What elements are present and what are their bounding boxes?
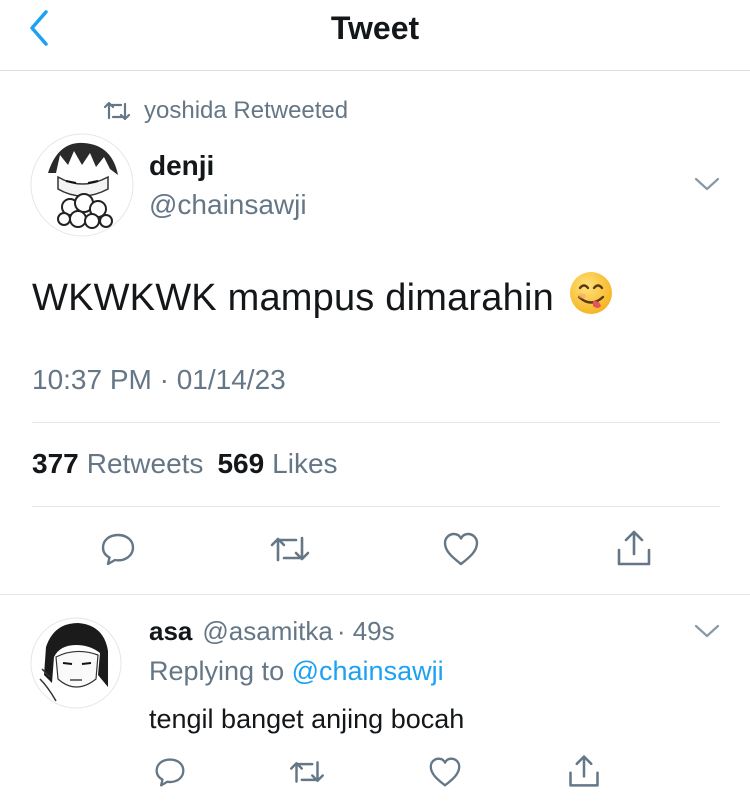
reply-author-name[interactable]: asa (149, 616, 192, 647)
author-handle[interactable]: @chainsawji (149, 189, 307, 221)
like-button[interactable] (442, 531, 480, 567)
retweets-label[interactable]: Retweets (87, 448, 204, 480)
reply-reply-button[interactable] (154, 756, 186, 788)
reply-avatar-image (30, 617, 122, 709)
reply-icon (101, 533, 135, 566)
likes-count[interactable]: 569 (217, 448, 264, 480)
chevron-down-icon (694, 177, 720, 191)
avatar[interactable] (30, 133, 134, 237)
tweet-text: WKWKWK mampus dimarahin (32, 270, 614, 326)
avatar-image (30, 133, 134, 237)
author-name[interactable]: denji (149, 150, 214, 182)
replying-prefix: Replying to (149, 656, 285, 686)
page-title: Tweet (330, 10, 420, 46)
likes-label[interactable]: Likes (272, 448, 337, 480)
share-button[interactable] (614, 528, 654, 568)
divider (32, 422, 720, 423)
retweet-icon (270, 536, 310, 562)
reply-share-button[interactable] (566, 753, 602, 789)
replying-to-link[interactable]: @chainsawji (292, 656, 444, 686)
reply-time: · 49s (336, 616, 395, 646)
face-savoring-food-icon (568, 270, 614, 326)
reply-button[interactable] (100, 531, 136, 567)
tweet-text-content: WKWKWK mampus dimarahin (32, 276, 554, 319)
reply-icon (155, 758, 185, 787)
reply-text: tengil banget anjing bocah (149, 704, 465, 734)
reply-more-options-button[interactable] (692, 620, 722, 642)
retweets-count[interactable]: 377 (32, 448, 79, 480)
divider (0, 594, 750, 595)
tweet-timestamp[interactable]: 10:37 PM · 01/14/23 (32, 364, 286, 396)
retweeted-label: yoshida Retweeted (144, 97, 349, 124)
divider (32, 506, 720, 507)
retweet-icon (104, 101, 130, 121)
replying-to: Replying to @chainsawji (149, 656, 444, 687)
reply-retweet-button[interactable] (289, 758, 325, 786)
share-icon (617, 530, 651, 566)
retweeted-by[interactable]: yoshida Retweeted (104, 96, 348, 126)
retweet-button[interactable] (270, 533, 310, 565)
tweet-stats: 377 Retweets 569 Likes (32, 448, 352, 480)
chevron-down-icon (694, 624, 720, 638)
reply-like-button[interactable] (428, 756, 462, 788)
retweet-icon (290, 761, 324, 783)
more-options-button[interactable] (692, 173, 722, 195)
heart-icon (429, 757, 461, 787)
heart-icon (443, 532, 479, 566)
reply-author-handle[interactable]: @asamitka (202, 616, 332, 647)
reply-avatar[interactable] (30, 617, 122, 709)
share-icon (569, 755, 599, 787)
reply-header: asa @asamitka · 49s (149, 616, 395, 647)
